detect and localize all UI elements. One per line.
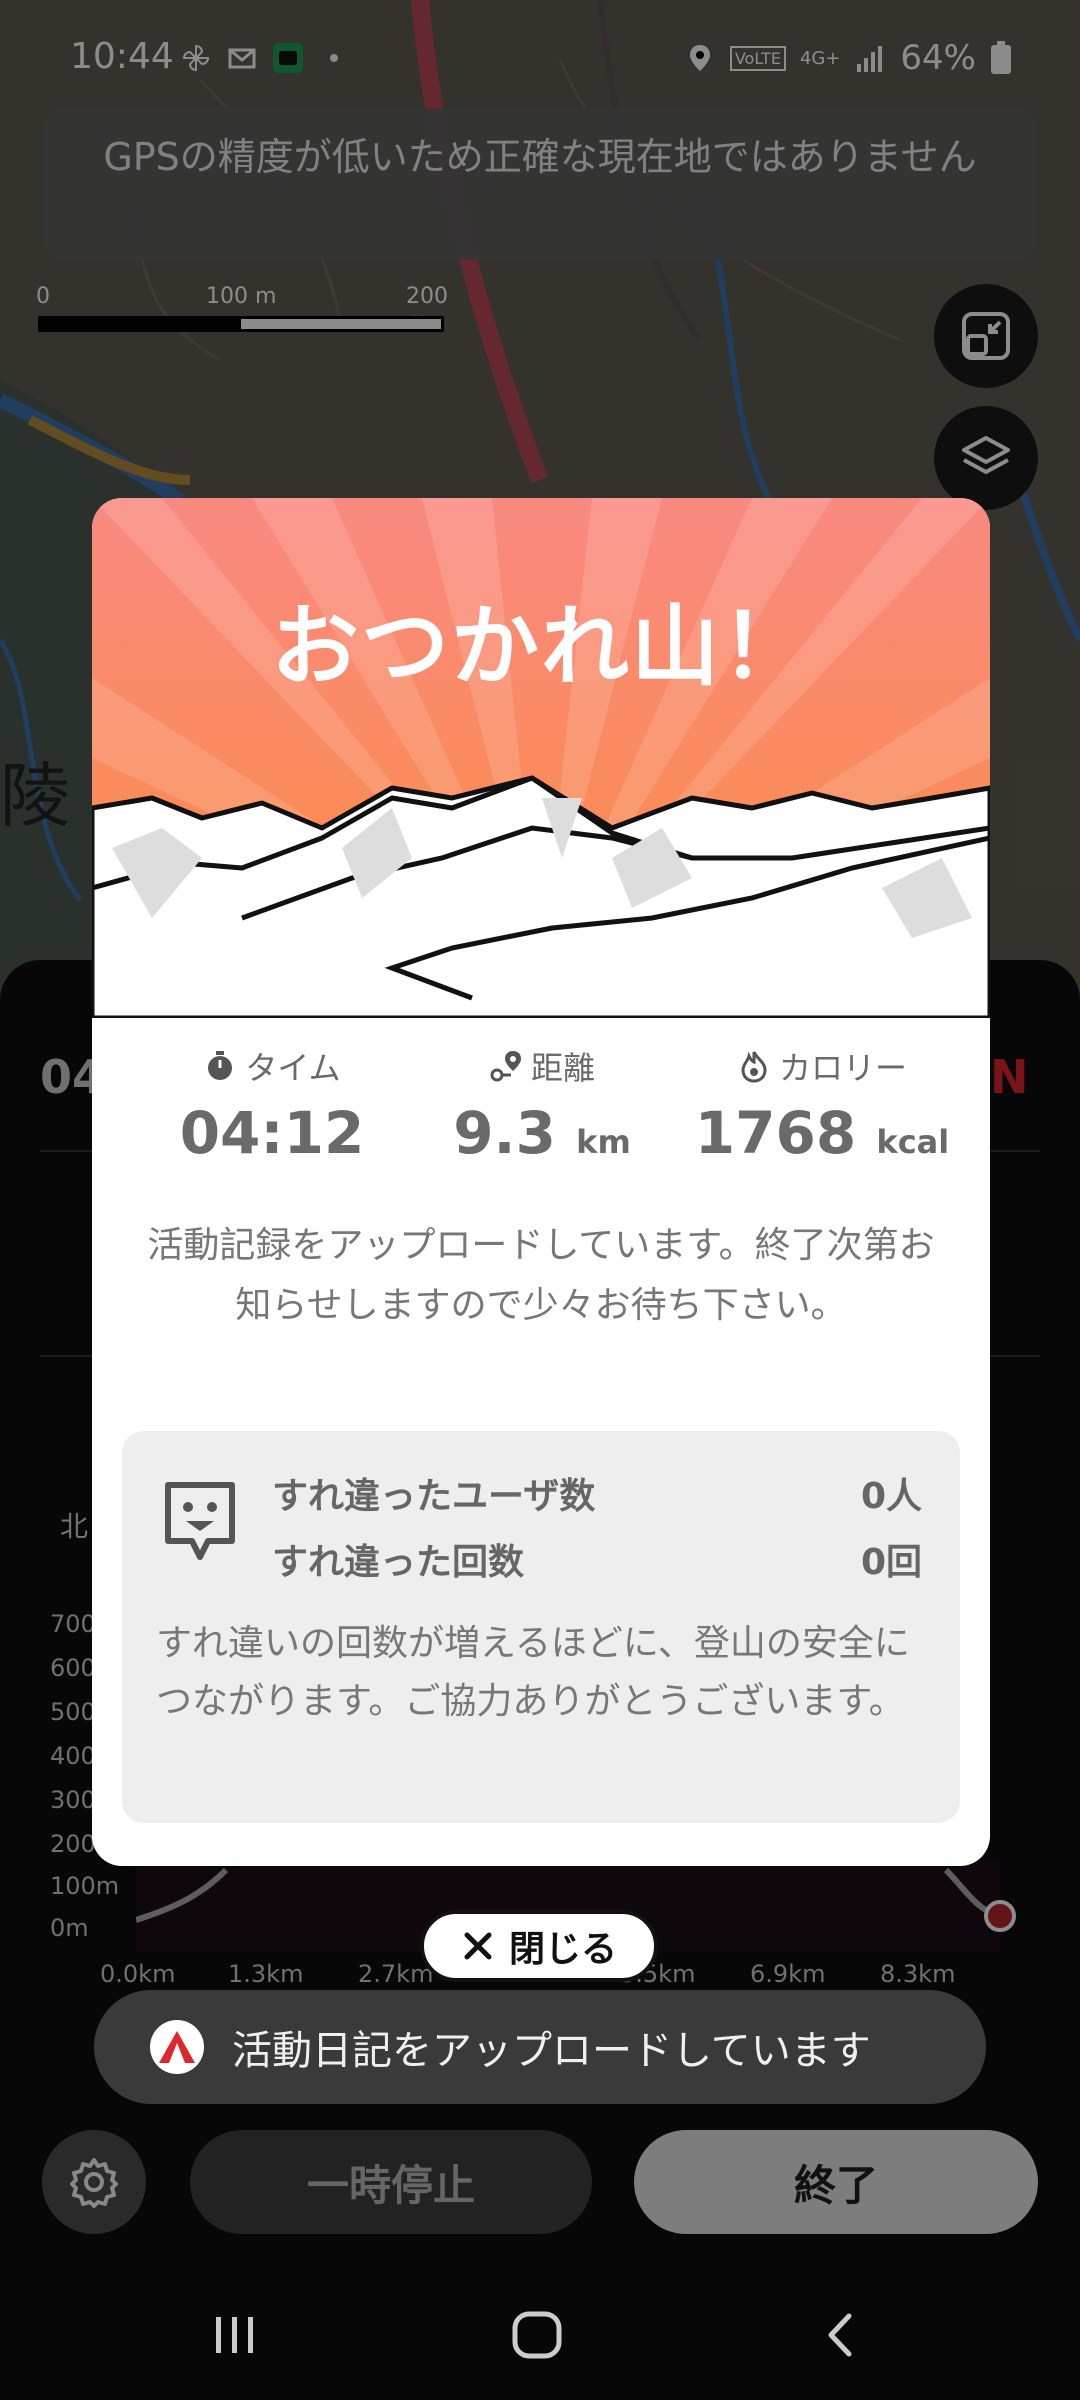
- encounter-count-value: 0回: [860, 1542, 922, 1583]
- encounter-face-icon: [165, 1482, 235, 1560]
- modal-title: おつかれ山！: [270, 595, 811, 698]
- recent-apps-icon: [216, 2317, 253, 2353]
- completion-modal: おつかれ山！ タイム 04:12 距離 9.3 km カロリー 1768 kca…: [92, 498, 990, 1866]
- stat-distance-value: 9.3: [453, 1099, 556, 1167]
- back-button[interactable]: [806, 2310, 876, 2360]
- stopwatch-icon: [208, 1051, 233, 1080]
- home-button[interactable]: [502, 2310, 572, 2360]
- stat-distance: 距離 9.3 km: [392, 1043, 692, 1167]
- app-logo-icon: [150, 2020, 204, 2074]
- back-icon: [828, 2313, 852, 2357]
- pause-button[interactable]: 一時停止: [190, 2130, 592, 2234]
- close-icon: [464, 1932, 492, 1960]
- snackbar-text: 活動日記をアップロードしています: [232, 2028, 871, 2074]
- encounter-users-value: 0人: [860, 1476, 922, 1517]
- stat-time-label: タイム: [245, 1049, 341, 1087]
- route-pin-icon: [490, 1051, 521, 1082]
- encounter-count-row: すれ違った回数 0回: [272, 1533, 922, 1585]
- stat-calories-unit: kcal: [876, 1123, 950, 1161]
- encounter-card: すれ違ったユーザ数 0人 すれ違った回数 0回 すれ違いの回数が増えるほどに、登…: [122, 1431, 960, 1823]
- stat-calories-value: 1768: [694, 1099, 857, 1167]
- activity-stats: タイム 04:12 距離 9.3 km カロリー 1768 kcal: [92, 1043, 990, 1183]
- flame-icon: [741, 1051, 767, 1083]
- stat-distance-label: 距離: [530, 1049, 595, 1087]
- upload-snackbar: 活動日記をアップロードしています: [94, 1990, 986, 2104]
- encounter-users-row: すれ違ったユーザ数 0人: [272, 1467, 922, 1519]
- stat-calories: カロリー 1768 kcal: [672, 1043, 972, 1167]
- system-nav-bar: [0, 2270, 1080, 2400]
- encounter-note: すれ違いの回数が増えるほどに、登山の安全につながります。ご協力ありがとうございま…: [156, 1623, 910, 1722]
- recent-apps-button[interactable]: [200, 2310, 270, 2360]
- home-icon: [512, 2311, 562, 2359]
- gear-icon: [70, 2158, 118, 2208]
- upload-message: 活動記録をアップロードしています。終了次第お知らせしますので少々お待ち下さい。: [147, 1225, 935, 1326]
- stat-time: タイム 04:12: [122, 1043, 422, 1167]
- close-button-label: 閉じる: [508, 1929, 617, 1970]
- stat-distance-unit: km: [576, 1123, 631, 1161]
- end-button[interactable]: 終了: [634, 2130, 1038, 2234]
- settings-button[interactable]: [42, 2130, 146, 2234]
- stat-calories-label: カロリー: [778, 1049, 907, 1087]
- stat-time-value: 04:12: [179, 1099, 365, 1167]
- encounter-users-label: すれ違ったユーザ数: [272, 1476, 596, 1517]
- close-button[interactable]: 閉じる: [420, 1910, 658, 1982]
- encounter-count-label: すれ違った回数: [272, 1542, 525, 1583]
